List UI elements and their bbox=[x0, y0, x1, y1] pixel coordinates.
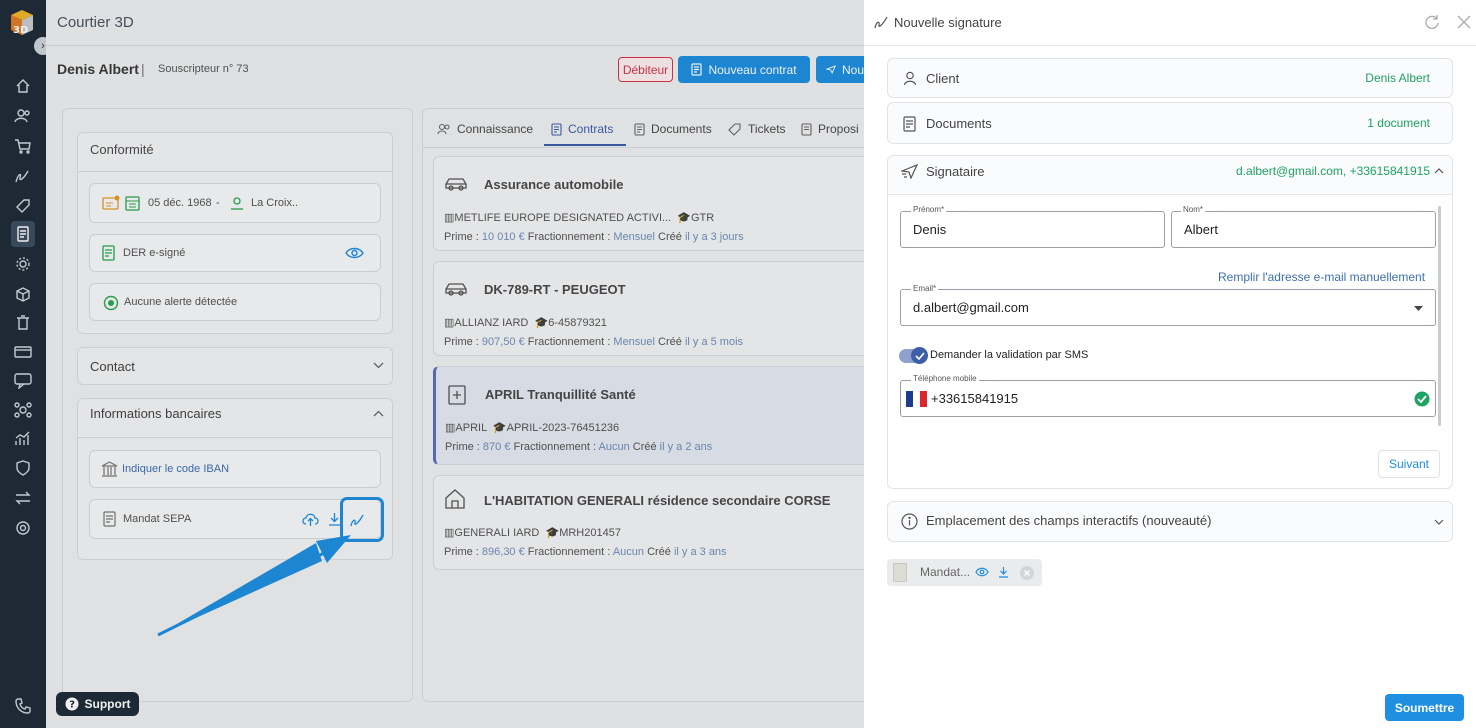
info-icon bbox=[901, 513, 918, 530]
nom-field[interactable]: Albert bbox=[1171, 211, 1436, 248]
divider bbox=[864, 45, 1476, 46]
phone-label: Téléphone mobile bbox=[911, 374, 979, 383]
prenom-value: Denis bbox=[913, 222, 947, 237]
file-name: Mandat... bbox=[920, 565, 971, 579]
file-chip: Mandat... bbox=[887, 559, 1042, 586]
nom-value: Albert bbox=[1184, 222, 1218, 237]
remove-icon[interactable] bbox=[1020, 566, 1034, 580]
sms-toggle[interactable] bbox=[899, 347, 928, 364]
chevron-up-icon[interactable] bbox=[1434, 168, 1444, 174]
check-icon bbox=[911, 347, 928, 364]
suivant-button[interactable]: Suivant bbox=[1378, 450, 1440, 478]
france-flag-icon[interactable] bbox=[906, 391, 927, 407]
prenom-label: Prénom* bbox=[911, 205, 947, 214]
panel-title: Nouvelle signature bbox=[894, 15, 1002, 30]
sms-toggle-label: Demander la validation par SMS bbox=[930, 349, 1089, 361]
submit-button[interactable]: Soumettre bbox=[1385, 694, 1464, 721]
documents-label: Documents bbox=[926, 116, 992, 131]
valid-check-icon bbox=[1414, 391, 1430, 407]
signataire-label: Signataire bbox=[926, 164, 985, 179]
document-icon bbox=[903, 116, 916, 132]
client-section[interactable]: Client Denis Albert bbox=[887, 58, 1453, 98]
client-label: Client bbox=[926, 71, 960, 86]
email-select[interactable]: d.albert@gmail.com bbox=[900, 289, 1436, 326]
email-label: Email* bbox=[911, 284, 939, 293]
prenom-field[interactable]: Denis bbox=[900, 211, 1165, 248]
phone-field[interactable]: +33615841915 bbox=[900, 380, 1436, 417]
documents-value: 1 document bbox=[1367, 116, 1430, 130]
suivant-label: Suivant bbox=[1388, 457, 1430, 471]
scrollbar[interactable] bbox=[1438, 206, 1441, 426]
refresh-icon[interactable] bbox=[1424, 14, 1440, 30]
email-value: d.albert@gmail.com bbox=[913, 300, 1029, 315]
eye-icon[interactable] bbox=[975, 567, 989, 577]
signature-pen-icon bbox=[873, 14, 889, 30]
emplacement-section[interactable]: Emplacement des champs interactifs (nouv… bbox=[887, 501, 1453, 542]
phone-value: +33615841915 bbox=[931, 391, 1019, 406]
nom-label: Nom* bbox=[1181, 205, 1206, 214]
caret-down-icon bbox=[1414, 306, 1423, 311]
manual-email-link[interactable]: Remplir l'adresse e-mail manuellement bbox=[1218, 270, 1425, 284]
user-icon bbox=[903, 71, 917, 86]
send-icon bbox=[901, 164, 918, 179]
client-value: Denis Albert bbox=[1365, 71, 1430, 85]
close-icon[interactable] bbox=[1457, 15, 1471, 29]
modal-backdrop[interactable] bbox=[0, 0, 864, 728]
signataire-value: d.albert@gmail.com, +33615841915 bbox=[1236, 164, 1430, 178]
chevron-down-icon bbox=[1434, 519, 1444, 525]
documents-section[interactable]: Documents 1 document bbox=[887, 102, 1453, 144]
submit-label: Soumettre bbox=[1394, 700, 1455, 715]
download-icon[interactable] bbox=[998, 566, 1009, 578]
file-thumbnail-icon bbox=[893, 563, 907, 582]
emplacement-label: Emplacement des champs interactifs (nouv… bbox=[926, 513, 1212, 528]
